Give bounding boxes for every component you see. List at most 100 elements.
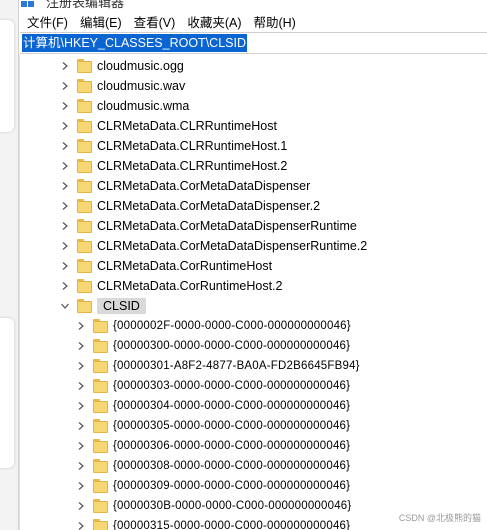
registry-tree[interactable]: cloudmusic.ogg cloudmusic.wav cloudmusic.w… (19, 54, 487, 530)
folder-icon (77, 219, 92, 233)
tree-node-label: CLSID (97, 298, 146, 314)
tree-node[interactable]: CLRMetaData.CorMetaDataDispenserRuntime.… (60, 236, 367, 256)
folder-icon (77, 119, 92, 133)
folder-icon (93, 439, 108, 453)
folder-icon (77, 99, 92, 113)
chevron-right-icon[interactable] (60, 81, 70, 91)
address-bar[interactable]: 计算机\HKEY_CLASSES_ROOT\CLSID (20, 32, 487, 54)
tree-node[interactable]: cloudmusic.wma (60, 96, 189, 116)
chevron-right-icon[interactable] (60, 101, 70, 111)
tree-node[interactable]: CLRMetaData.CorRuntimeHost (60, 256, 272, 276)
chevron-right-icon[interactable] (76, 461, 86, 471)
folder-icon (93, 339, 108, 353)
tree-node-guid[interactable]: {00000303-0000-0000-C000-000000000046} (76, 376, 350, 396)
tree-node-guid[interactable]: {00000308-0000-0000-C000-000000000046} (76, 456, 350, 476)
tree-node-label: {00000309-0000-0000-C000-000000000046} (113, 480, 351, 492)
window-title: 注册表编辑器 (46, 0, 125, 10)
tree-node[interactable]: CLRMetaData.CorMetaDataDispenserRuntime (60, 216, 357, 236)
chevron-right-icon[interactable] (60, 61, 70, 71)
tree-node-label: {00000315-0000-0000-C000-000000000046} (113, 520, 351, 530)
folder-icon (77, 159, 92, 173)
chevron-right-icon[interactable] (76, 381, 86, 391)
folder-icon (93, 379, 108, 393)
chevron-right-icon[interactable] (60, 261, 70, 271)
folder-icon (77, 299, 92, 313)
chevron-right-icon[interactable] (76, 421, 86, 431)
menu-edit[interactable]: 编辑(E) (76, 12, 130, 31)
tree-node-label: CLRMetaData.CLRRuntimeHost.1 (97, 139, 288, 153)
chevron-right-icon[interactable] (60, 181, 70, 191)
menu-favorites[interactable]: 收藏夹(A) (183, 12, 249, 31)
tree-node-label: {00000306-0000-0000-C000-000000000046} (113, 440, 351, 452)
tree-node[interactable]: cloudmusic.wav (60, 76, 185, 96)
background-card (0, 318, 14, 468)
chevron-right-icon[interactable] (60, 281, 70, 291)
chevron-right-icon[interactable] (76, 521, 86, 530)
menu-file[interactable]: 文件(F) (23, 12, 76, 31)
tree-node-label: {00000305-0000-0000-C000-000000000046} (113, 420, 351, 432)
tree-node-guid[interactable]: {00000300-0000-0000-C000-000000000046} (76, 336, 350, 356)
tree-node-label: {00000303-0000-0000-C000-000000000046} (113, 380, 351, 392)
address-path[interactable]: 计算机\HKEY_CLASSES_ROOT\CLSID (22, 34, 247, 52)
menu-help[interactable]: 帮助(H) (249, 12, 303, 31)
chevron-right-icon[interactable] (76, 341, 86, 351)
chevron-right-icon[interactable] (60, 201, 70, 211)
folder-icon (77, 199, 92, 213)
folder-icon (93, 519, 108, 530)
chevron-right-icon[interactable] (76, 501, 86, 511)
tree-node-label: {00000304-0000-0000-C000-000000000046} (113, 400, 351, 412)
chevron-right-icon[interactable] (76, 441, 86, 451)
tree-node[interactable]: CLRMetaData.CLRRuntimeHost.2 (60, 156, 287, 176)
chevron-right-icon[interactable] (76, 321, 86, 331)
folder-icon (77, 239, 92, 253)
tree-node[interactable]: CLRMetaData.CorMetaDataDispenser (60, 176, 310, 196)
tree-node-label: CLRMetaData.CorRuntimeHost (97, 259, 273, 273)
tree-node-guid[interactable]: {00000306-0000-0000-C000-000000000046} (76, 436, 350, 456)
tree-node-label: {00000301-A8F2-4877-BA0A-FD2B6645FB94} (113, 360, 360, 372)
tree-node-label: {00000300-0000-0000-C000-000000000046} (113, 340, 351, 352)
tree-node-guid[interactable]: {00000309-0000-0000-C000-000000000046} (76, 476, 350, 496)
tree-node-label: CLRMetaData.CLRRuntimeHost.2 (97, 159, 288, 173)
folder-icon (93, 399, 108, 413)
tree-node[interactable]: CLRMetaData.CorRuntimeHost.2 (60, 276, 283, 296)
tree-node[interactable]: cloudmusic.ogg (60, 56, 184, 76)
chevron-right-icon[interactable] (60, 221, 70, 231)
tree-node-guid[interactable]: {00000315-0000-0000-C000-000000000046} (76, 516, 350, 530)
folder-icon (93, 419, 108, 433)
watermark: CSDN @北极熊的猫 (398, 513, 481, 523)
tree-node[interactable]: CLRMetaData.CLRRuntimeHost (60, 116, 277, 136)
tree-node[interactable]: CLRMetaData.CLRRuntimeHost.1 (60, 136, 287, 156)
menu-view[interactable]: 查看(V) (130, 12, 184, 31)
menu-bar: 文件(F) 编辑(E) 查看(V) 收藏夹(A) 帮助(H) (19, 10, 487, 32)
folder-icon (93, 479, 108, 493)
tree-node-label: CLRMetaData.CorMetaDataDispenser.2 (97, 199, 321, 213)
chevron-right-icon[interactable] (76, 481, 86, 491)
tree-node-label: cloudmusic.ogg (97, 59, 184, 73)
tree-node-label: {0000002F-0000-0000-C000-000000000046} (113, 320, 351, 332)
chevron-right-icon[interactable] (60, 241, 70, 251)
tree-node-guid[interactable]: {00000305-0000-0000-C000-000000000046} (76, 416, 350, 436)
folder-icon (93, 319, 108, 333)
folder-icon (93, 459, 108, 473)
folder-icon (93, 359, 108, 373)
tree-node-label: CLRMetaData.CorRuntimeHost.2 (97, 279, 283, 293)
tree-node-label: cloudmusic.wav (97, 79, 186, 93)
chevron-right-icon[interactable] (76, 361, 86, 371)
folder-icon (77, 59, 92, 73)
chevron-down-icon[interactable] (60, 301, 70, 311)
chevron-right-icon[interactable] (76, 401, 86, 411)
tree-node-label: CLRMetaData.CorMetaDataDispenserRuntime (97, 219, 357, 233)
folder-icon (93, 499, 108, 513)
tree-node-guid[interactable]: {0000030B-0000-0000-C000-000000000046} (76, 496, 351, 516)
chevron-right-icon[interactable] (60, 161, 70, 171)
chevron-right-icon[interactable] (60, 121, 70, 131)
tree-node-clsid[interactable]: CLSID (60, 296, 146, 316)
tree-node-label: cloudmusic.wma (97, 99, 190, 113)
tree-node-guid[interactable]: {0000002F-0000-0000-C000-000000000046} (76, 316, 351, 336)
tree-node-guid[interactable]: {00000301-A8F2-4877-BA0A-FD2B6645FB94} (76, 356, 360, 376)
tree-node-guid[interactable]: {00000304-0000-0000-C000-000000000046} (76, 396, 350, 416)
chevron-right-icon[interactable] (60, 141, 70, 151)
regedit-icon (21, 0, 35, 8)
folder-icon (77, 79, 92, 93)
tree-node[interactable]: CLRMetaData.CorMetaDataDispenser.2 (60, 196, 320, 216)
